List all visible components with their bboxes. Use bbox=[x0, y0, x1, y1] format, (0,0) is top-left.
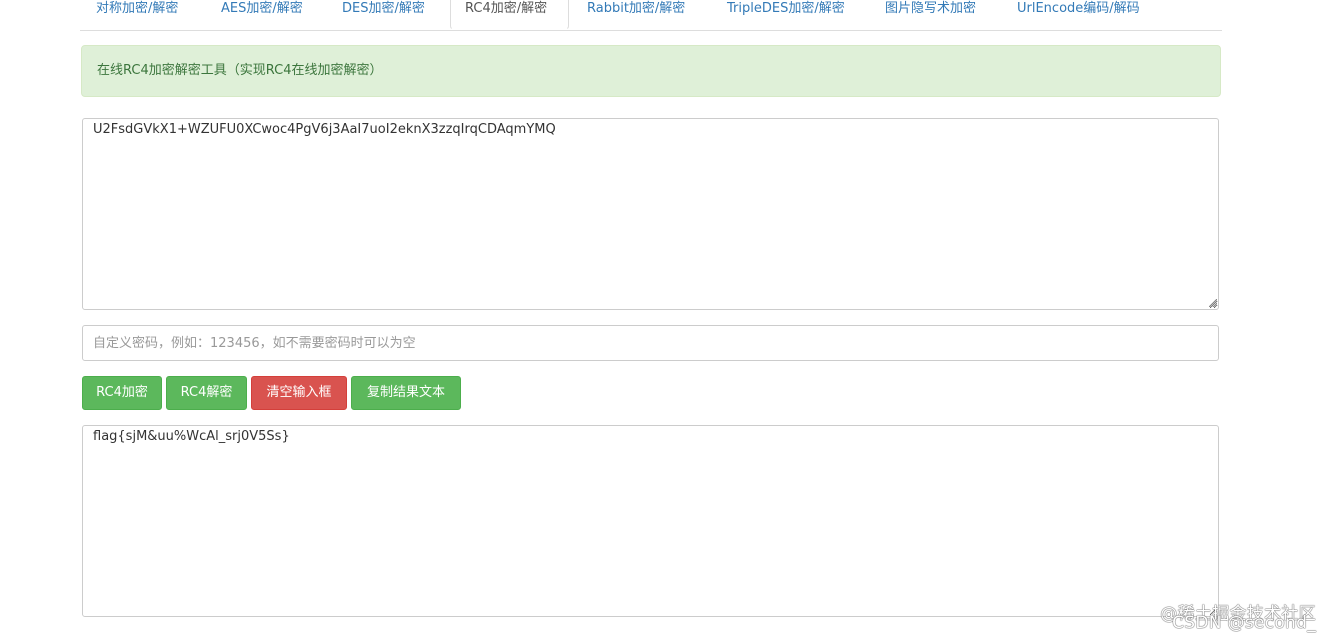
tab-aes[interactable]: AES加密/解密 bbox=[221, 0, 303, 30]
tab-rabbit[interactable]: Rabbit加密/解密 bbox=[587, 0, 685, 30]
rc4-decrypt-button[interactable]: RC4解密 bbox=[166, 376, 247, 410]
rc4-encrypt-button[interactable]: RC4加密 bbox=[82, 376, 162, 410]
password-input[interactable] bbox=[82, 325, 1219, 361]
input-textarea[interactable]: U2FsdGVkX1+WZUFU0XCwoc4PgV6j3AaI7uoI2ekn… bbox=[82, 118, 1219, 310]
watermark-csdn: CSDN @second_ bbox=[1172, 613, 1316, 633]
resize-handle-icon[interactable] bbox=[1209, 299, 1217, 307]
tab-des[interactable]: DES加密/解密 bbox=[342, 0, 425, 30]
copy-result-button[interactable]: 复制结果文本 bbox=[351, 376, 461, 410]
tab-bar: 对称加密/解密 AES加密/解密 DES加密/解密 RC4加密/解密 Rabbi… bbox=[80, 0, 1222, 31]
alert-text: 在线RC4加密解密工具（实现RC4在线加密解密） bbox=[97, 63, 383, 78]
tab-symmetric[interactable]: 对称加密/解密 bbox=[96, 0, 178, 30]
clear-input-button[interactable]: 清空输入框 bbox=[251, 376, 347, 410]
info-alert: 在线RC4加密解密工具（实现RC4在线加密解密） bbox=[81, 45, 1221, 97]
tab-steganography[interactable]: 图片隐写术加密 bbox=[885, 0, 976, 30]
tab-tripledes[interactable]: TripleDES加密/解密 bbox=[727, 0, 845, 30]
output-textarea[interactable]: flag{sjM&uu%WcAl_srj0V5Ss} bbox=[82, 425, 1219, 617]
tab-urlencode[interactable]: UrlEncode编码/解码 bbox=[1017, 0, 1140, 30]
tab-rc4[interactable]: RC4加密/解密 bbox=[450, 0, 569, 30]
